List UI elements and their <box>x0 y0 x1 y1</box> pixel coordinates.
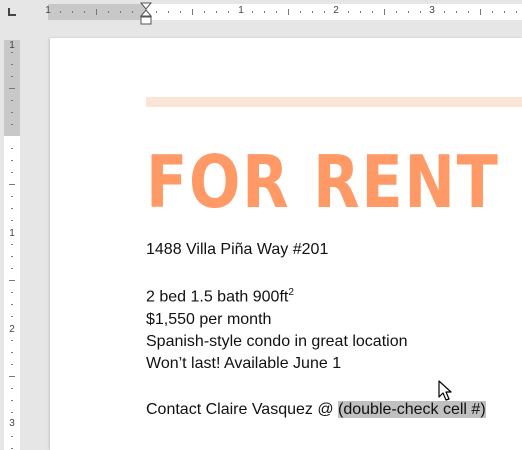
ruler-tick <box>132 11 133 13</box>
ruler-tick <box>11 76 13 77</box>
ruler-tick <box>60 11 61 13</box>
tab-selector[interactable] <box>0 0 30 28</box>
ruler-number: 1 <box>9 228 15 239</box>
ruler-tick <box>180 11 181 13</box>
price-line[interactable]: $1,550 per month <box>146 311 271 329</box>
ruler-tick <box>516 11 517 13</box>
ruler-tick <box>11 292 13 293</box>
ruler-tick <box>420 11 421 13</box>
ruler-tick <box>408 11 409 13</box>
address-line[interactable]: 1488 Villa Piña Way #201 <box>146 241 328 259</box>
ruler-tick <box>252 11 253 13</box>
ruler-tick <box>504 11 505 13</box>
ruler-tick <box>9 280 15 281</box>
ruler-tick <box>9 376 15 377</box>
ruler-tick <box>11 124 13 125</box>
ruler-tick <box>72 11 73 13</box>
contact-line[interactable]: Contact Claire Vasquez @ (double-check c… <box>146 401 486 419</box>
ruler-tick <box>348 11 349 13</box>
ruler-tick <box>11 316 13 317</box>
ruler-tick <box>11 352 13 353</box>
ruler-tick <box>372 11 373 13</box>
specs-text: 2 bed 1.5 bath 900ft <box>146 288 289 306</box>
ruler-tick <box>312 11 313 13</box>
ruler-tick <box>9 88 15 89</box>
ruler-tick <box>492 11 493 13</box>
ruler-tick <box>480 9 481 15</box>
ruler-tick <box>228 11 229 13</box>
selected-text[interactable]: (double-check cell #) <box>338 401 486 418</box>
ruler-tick <box>11 208 13 209</box>
ruler-tick <box>11 220 13 221</box>
ruler-tick <box>192 9 193 15</box>
ruler-tick <box>288 9 289 15</box>
ruler-tick <box>108 11 109 13</box>
ruler-tick <box>384 9 385 15</box>
availability-line[interactable]: Won’t last! Available June 1 <box>146 355 341 373</box>
left-tab-icon <box>8 8 16 16</box>
ruler-tick <box>11 256 13 257</box>
ruler-tick <box>204 11 205 13</box>
ruler-number: 1 <box>45 5 51 16</box>
ruler-tick <box>11 400 13 401</box>
ruler-tick <box>11 364 13 365</box>
ruler-tick <box>276 11 277 13</box>
ruler-tick <box>324 11 325 13</box>
ruler-tick <box>456 11 457 13</box>
ruler-tick <box>168 11 169 13</box>
ruler-tick <box>11 196 13 197</box>
ruler-number: 2 <box>333 5 339 16</box>
ruler-tick <box>11 448 13 449</box>
ruler-tick <box>11 100 13 101</box>
ruler-tick <box>11 148 13 149</box>
superscript: 2 <box>288 287 294 298</box>
ruler-tick <box>11 340 13 341</box>
ruler-tick <box>11 388 13 389</box>
ruler-number: 3 <box>9 418 15 429</box>
ruler-tick <box>120 11 121 13</box>
ruler-tick <box>11 244 13 245</box>
ruler-number: 1 <box>9 40 15 51</box>
ruler-tick <box>300 11 301 13</box>
ruler-tick <box>11 304 13 305</box>
ruler-tick <box>11 52 13 53</box>
arrow-cursor-icon <box>438 380 452 401</box>
header-banner-bar <box>146 97 522 107</box>
ruler-tick <box>156 11 157 13</box>
ruler-tick <box>216 11 217 13</box>
ruler-number: 2 <box>9 324 15 335</box>
ruler-tick <box>11 412 13 413</box>
ruler-tick <box>360 11 361 13</box>
ruler-tick <box>84 11 85 13</box>
ruler-tick <box>11 268 13 269</box>
indent-marker-icon[interactable] <box>140 2 152 26</box>
ruler-tick <box>396 11 397 13</box>
ruler-tick <box>11 112 13 113</box>
ruler-number: 1 <box>238 5 244 16</box>
ruler-tick <box>444 11 445 13</box>
ruler-tick <box>11 160 13 161</box>
ruler-tick <box>264 11 265 13</box>
ruler-tick <box>96 9 97 15</box>
ruler-tick <box>468 11 469 13</box>
horizontal-ruler[interactable]: 1 1 2 3 <box>45 4 522 20</box>
description-line[interactable]: Spanish-style condo in great location <box>146 333 408 351</box>
ruler-number: 3 <box>429 5 435 16</box>
contact-text: Contact Claire Vasquez @ <box>146 401 339 418</box>
specs-line[interactable]: 2 bed 1.5 bath 900ft2 <box>146 287 294 306</box>
ruler-tick <box>11 436 13 437</box>
ruler-tick <box>11 172 13 173</box>
ruler-tick <box>9 184 15 185</box>
ruler-tick <box>11 64 13 65</box>
headline[interactable]: FOR RENT <box>146 140 500 224</box>
vertical-ruler[interactable]: 1 1 2 3 <box>4 40 20 450</box>
